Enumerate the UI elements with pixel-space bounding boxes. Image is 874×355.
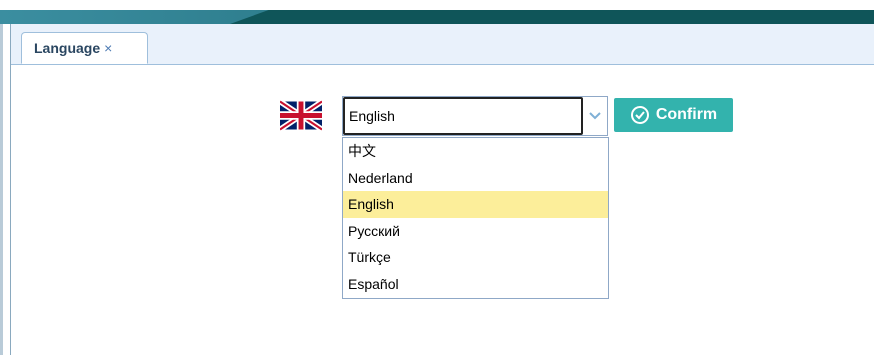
left-panel-edge <box>0 24 11 355</box>
option-tr[interactable]: Türkçe <box>343 244 608 271</box>
option-zh[interactable]: 中文 <box>343 138 608 165</box>
tab-close-icon[interactable]: × <box>104 40 112 56</box>
option-ru[interactable]: Русский <box>343 218 608 245</box>
chevron-down-icon[interactable] <box>583 97 607 135</box>
tab-bar: Language × <box>11 24 874 65</box>
language-dropdown: 中文 Nederland English Русский Türkçe Espa… <box>342 137 609 299</box>
language-select[interactable]: English <box>342 96 608 136</box>
uk-flag-icon <box>280 99 322 132</box>
confirm-button[interactable]: Confirm <box>614 98 733 132</box>
check-circle-icon <box>630 106 649 124</box>
language-select-value[interactable]: English <box>343 97 583 135</box>
option-es[interactable]: Español <box>343 271 608 298</box>
option-en[interactable]: English <box>343 191 608 218</box>
option-nl[interactable]: Nederland <box>343 165 608 192</box>
tab-language[interactable]: Language × <box>21 32 148 64</box>
confirm-button-label: Confirm <box>655 106 718 123</box>
app-header-strip <box>0 0 874 24</box>
tab-label: Language <box>34 40 101 56</box>
